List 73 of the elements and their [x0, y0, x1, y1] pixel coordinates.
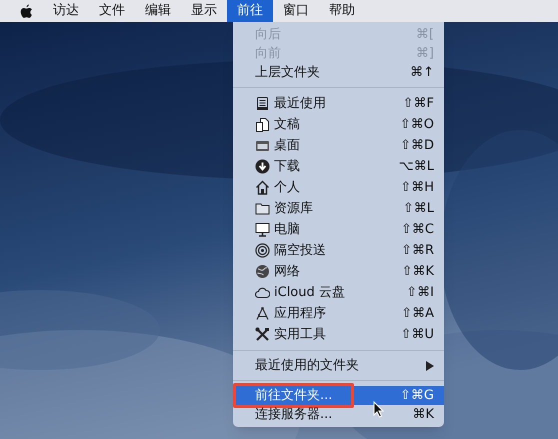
shortcut: ⇧⌘I	[406, 284, 434, 302]
shortcut: ⇧⌘G	[400, 386, 434, 405]
shortcut: ⇧⌘O	[400, 116, 434, 134]
cloud-icon	[255, 285, 270, 300]
menu-item-label: iCloud 云盘	[274, 285, 345, 300]
home-icon	[255, 180, 270, 195]
menu-item-label: 个人	[274, 180, 300, 195]
menu-bar-item[interactable]: 文件	[89, 0, 135, 22]
menu-item[interactable]: 应用程序 ⇧⌘A	[233, 303, 444, 324]
menu-item-label: 隔空投送	[274, 243, 326, 258]
menu-item-label: 最近使用	[274, 96, 326, 111]
menu-item[interactable]: 最近使用 ⇧⌘F	[233, 93, 444, 114]
menu-item-label: 桌面	[274, 138, 300, 153]
monitor-icon	[255, 222, 270, 237]
shortcut: ⇧⌘H	[400, 178, 434, 197]
menu-item-label: 资源库	[274, 201, 313, 216]
menu-item[interactable]: 网络 ⇧⌘K	[233, 261, 444, 282]
file-icon	[255, 117, 270, 132]
menu-bar-item[interactable]: 访达	[43, 0, 89, 22]
app-icon	[255, 306, 270, 321]
menu-item[interactable]: 文稿 ⇧⌘O	[233, 114, 444, 135]
menu-bar-item[interactable]: 编辑	[135, 0, 181, 22]
menu-bar-item[interactable]: 前往	[227, 0, 273, 22]
menu-bar-item[interactable]: 帮助	[319, 0, 365, 22]
menu-item[interactable]: 前往文件夹... ⇧⌘G	[233, 386, 444, 405]
menu-item-label: 向后	[255, 27, 281, 42]
shortcut: ⇧⌘K	[402, 262, 434, 281]
shortcut: ⌥⌘L	[398, 158, 434, 176]
download-icon	[255, 159, 270, 174]
menu-item-label: 实用工具	[274, 327, 326, 342]
menu-bar-item[interactable]: 窗口	[273, 0, 319, 22]
menu-item-label: 前往文件夹...	[255, 388, 332, 403]
menu-item[interactable]: 个人 ⇧⌘H	[233, 177, 444, 198]
menu-item[interactable]: 连接服务器... ⌘K	[233, 405, 444, 424]
menu-item[interactable]: iCloud 云盘 ⇧⌘I	[233, 282, 444, 303]
menu-item-label: 电脑	[274, 222, 300, 237]
menu-bar-item[interactable]: 显示	[181, 0, 227, 22]
menu-item-label: 应用程序	[274, 306, 326, 321]
globe-icon	[255, 264, 270, 279]
menu-item[interactable]: 资源库 ⇧⌘L	[233, 198, 444, 219]
shortcut: ⇧⌘C	[401, 220, 434, 239]
menu-item[interactable]: 电脑 ⇧⌘C	[233, 219, 444, 240]
shortcut: ⇧⌘F	[402, 94, 434, 113]
cursor-icon	[373, 401, 384, 418]
menu-item[interactable]: 下载 ⌥⌘L	[233, 156, 444, 177]
menu-item[interactable]: 最近使用的文件夹	[233, 356, 444, 375]
menu-item-label: 向前	[255, 46, 281, 61]
menu-item[interactable]: 实用工具 ⇧⌘U	[233, 324, 444, 345]
menu-item-label: 最近使用的文件夹	[255, 358, 359, 373]
shortcut: ⇧⌘D	[400, 136, 434, 155]
menu-item-label: 下载	[274, 159, 300, 174]
menu-item-label: 网络	[274, 264, 300, 279]
shortcut: ⇧⌘A	[401, 304, 434, 323]
menu-item-label: 上层文件夹	[255, 65, 320, 80]
document-icon	[255, 96, 270, 111]
apple-logo-icon[interactable]	[20, 4, 33, 18]
shortcut: ⌘↑	[410, 64, 434, 82]
menu-item[interactable]: 隔空投送 ⇧⌘R	[233, 240, 444, 261]
menu-item[interactable]: 上层文件夹 ⌘↑	[233, 63, 444, 82]
submenu-arrow-icon	[426, 360, 434, 370]
folder-icon	[255, 201, 270, 216]
menu-item[interactable]: 桌面 ⇧⌘D	[233, 135, 444, 156]
shortcut: ⌘]	[416, 44, 434, 63]
menu-item-label: 连接服务器...	[255, 407, 332, 422]
shortcut: ⌘K	[412, 406, 434, 424]
shortcut: ⇧⌘L	[402, 200, 434, 218]
desktop-icon	[255, 138, 270, 153]
tools-icon	[255, 327, 270, 342]
shortcut: ⇧⌘U	[400, 326, 434, 344]
airdrop-icon	[255, 243, 270, 258]
shortcut: ⌘[	[416, 26, 434, 44]
menu-item-label: 文稿	[274, 117, 300, 132]
shortcut: ⇧⌘R	[401, 242, 434, 260]
